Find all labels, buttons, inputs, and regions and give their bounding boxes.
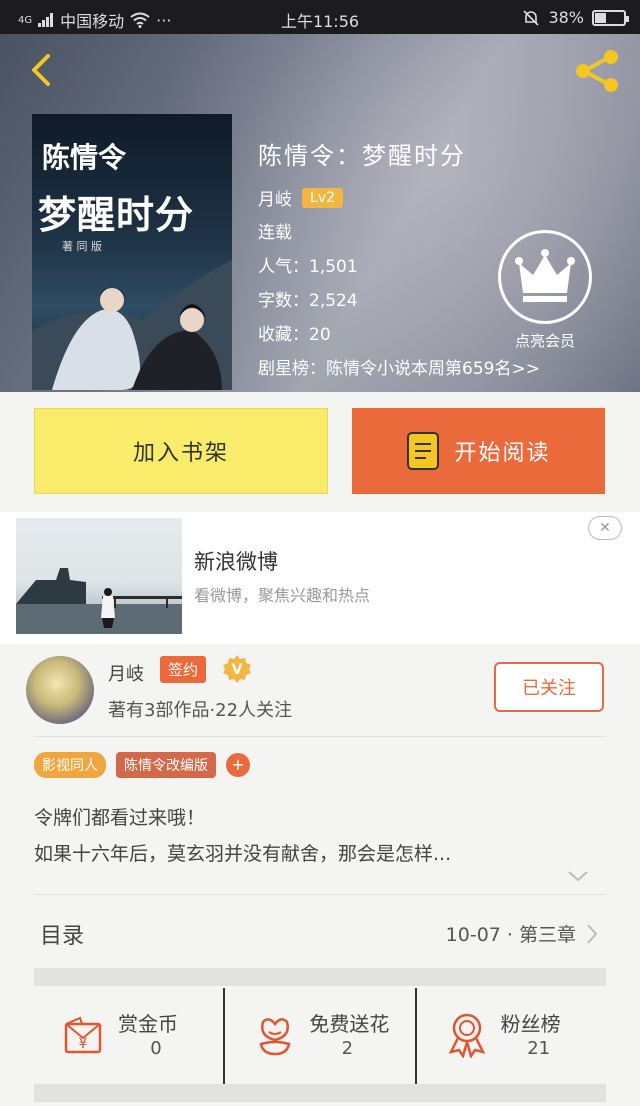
toc-latest-chapter: 10-07 · 第三章	[445, 924, 576, 946]
tag-list: 影视同人 陈情令改编版 +	[34, 752, 250, 778]
author-stats: 著有3部作品·22人关注	[108, 700, 293, 721]
start-reading-label: 开始阅读	[454, 441, 551, 466]
ad-banner[interactable]: 新浪微博 看微博，聚焦兴趣和热点 ✕	[0, 512, 640, 644]
cover-illustration	[32, 260, 232, 390]
battery-percent: 38%	[548, 8, 584, 27]
verified-badge-icon: V	[223, 655, 251, 683]
add-to-shelf-button[interactable]: 加入书架	[34, 408, 328, 494]
battery-icon	[592, 9, 629, 26]
toc-label: 目录	[40, 924, 85, 949]
crown-icon	[515, 249, 575, 302]
ad-close-button[interactable]: ✕	[588, 516, 622, 540]
add-tag-button[interactable]: +	[226, 753, 250, 777]
section-separator	[34, 1084, 606, 1102]
ad-title: 新浪微博	[194, 550, 278, 574]
description-line: 令牌们都看过来哦！	[34, 807, 206, 829]
reward-coins-button[interactable]: ¥ 赏金币 0	[34, 988, 223, 1084]
fan-ranking-button[interactable]: 粉丝榜 21	[414, 988, 606, 1084]
book-word-count: 字数：2,524	[258, 291, 358, 311]
book-status: 连载	[258, 223, 292, 243]
book-ranking-link[interactable]: 剧星榜：陈情令小说本周第659名>>	[258, 352, 540, 386]
table-of-contents-row[interactable]: 目录 10-07 · 第三章	[34, 900, 606, 964]
share-icon[interactable]	[572, 48, 622, 94]
reward-coins-count: 0	[150, 1038, 162, 1059]
status-bar: 4G 中国移动 ··· 上午11:56 38%	[0, 0, 640, 34]
divider	[34, 894, 606, 895]
back-arrow-icon[interactable]	[24, 52, 60, 88]
tag-item[interactable]: 影视同人	[34, 752, 106, 778]
book-description[interactable]: 令牌们都看过来哦！ 如果十六年后，莫玄羽并没有献舍，那会是怎样...	[34, 800, 604, 872]
coin-envelope-icon: ¥	[64, 1016, 102, 1054]
ad-image[interactable]	[16, 518, 182, 634]
verified-badge-letter: V	[232, 662, 243, 678]
chevron-right-icon	[587, 924, 598, 944]
book-header: 陈情令 梦醒时分 著 同 版 陈情令：梦醒时分 月岐 Lv2 连载 人气：1,5…	[0, 34, 640, 392]
cover-title-line2: 梦醒时分	[38, 192, 195, 237]
level-badge: Lv2	[302, 187, 343, 208]
follow-button[interactable]: 已关注	[494, 662, 604, 712]
ad-photo	[16, 568, 182, 634]
mute-bell-icon	[523, 9, 540, 26]
fan-ranking-label: 粉丝榜	[500, 1012, 561, 1036]
description-line: 如果十六年后，莫玄羽并没有献舍，那会是怎样...	[34, 843, 452, 865]
book-icon	[407, 432, 440, 470]
send-flower-count: 2	[341, 1038, 354, 1059]
book-author[interactable]: 月岐	[258, 185, 292, 210]
add-to-shelf-label: 加入书架	[132, 441, 229, 466]
reward-coins-label: 赏金币	[118, 1012, 178, 1036]
signed-badge: 签约	[160, 656, 207, 683]
svg-text:¥: ¥	[79, 1036, 88, 1052]
section-separator	[34, 968, 606, 986]
send-flower-button[interactable]: 免费送花 2	[223, 988, 414, 1084]
expand-chevron-icon[interactable]	[566, 868, 590, 884]
flower-icon	[259, 1018, 291, 1056]
vip-button[interactable]	[498, 230, 592, 324]
book-cover[interactable]: 陈情令 梦醒时分 著 同 版	[32, 114, 232, 390]
avatar[interactable]	[26, 656, 94, 724]
ad-subtitle: 看微博，聚焦兴趣和热点	[194, 586, 371, 605]
book-title: 陈情令：梦醒时分	[258, 142, 466, 170]
send-flower-label: 免费送花	[309, 1012, 390, 1036]
tag-item[interactable]: 陈情令改编版	[116, 752, 216, 778]
author-name[interactable]: 月岐	[108, 660, 144, 686]
fan-ranking-count: 21	[527, 1038, 551, 1059]
vip-label[interactable]: 点亮会员	[498, 330, 592, 351]
divider	[34, 736, 606, 737]
cover-caption: 著 同 版	[62, 240, 102, 253]
start-reading-button[interactable]: 开始阅读	[352, 408, 605, 494]
medal-icon	[448, 1013, 485, 1058]
cover-title-line1: 陈情令	[42, 141, 127, 174]
interaction-stats: ¥ 赏金币 0 免费送花 2 粉丝榜 21	[34, 988, 606, 1084]
